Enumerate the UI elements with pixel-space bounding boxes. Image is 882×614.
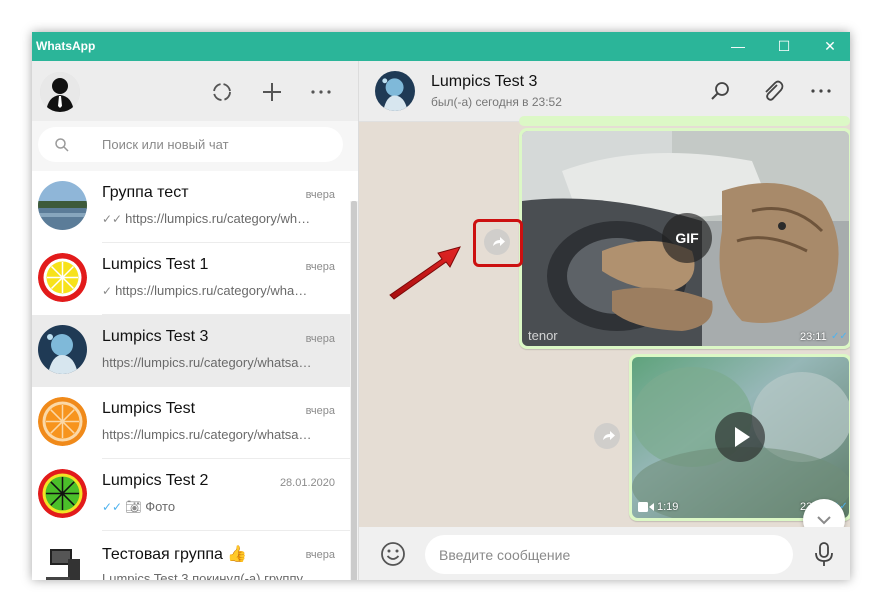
microphone-icon[interactable] [813, 539, 835, 569]
chat-avatar [38, 181, 87, 230]
search-icon[interactable] [705, 76, 735, 106]
chat-time: вчера [305, 405, 335, 417]
new-chat-icon[interactable] [257, 77, 287, 107]
double-check-icon: ✓✓ [102, 212, 123, 226]
video-camera-icon [638, 500, 654, 518]
sidebar: Поиск или новый чат Группа тест вчера ✓✓… [32, 61, 359, 580]
chat-time: 28.01.2020 [279, 477, 335, 489]
chat-preview: ✓ https://lumpics.ru/category/wha… [102, 283, 308, 298]
message-input-placeholder: Введите сообщение [439, 547, 571, 563]
search-bar: Поиск или новый чат [32, 121, 358, 171]
forward-message-icon[interactable] [594, 423, 620, 449]
status-icon[interactable] [207, 77, 237, 107]
messages-area: GIF tenor 23:11 ✓✓ 1:19 [359, 116, 850, 527]
contact-avatar[interactable] [375, 71, 415, 111]
menu-icon[interactable] [306, 77, 336, 107]
title-bar: WhatsApp — ☐ ✕ [32, 32, 850, 61]
emoji-icon[interactable] [379, 540, 407, 568]
minimize-button[interactable]: — [715, 32, 761, 61]
chat-preview: ✓✓ https://lumpics.ru/category/wh… [102, 211, 311, 226]
gif-preview[interactable]: GIF tenor 23:11 ✓✓ [522, 131, 849, 346]
play-button[interactable] [715, 412, 765, 462]
double-check-icon: ✓✓ [102, 500, 123, 514]
chat-preview: Lumpics Test 3 покинул(-а) группу [102, 571, 304, 580]
search-input[interactable]: Поиск или новый чат [38, 127, 343, 162]
annotation-arrow [389, 246, 461, 300]
previous-message-edge [519, 116, 850, 126]
search-icon [55, 138, 69, 152]
chat-item-lumpics-test[interactable]: Lumpics Test вчера https://lumpics.ru/ca… [32, 387, 350, 459]
tenor-watermark: tenor [528, 328, 558, 343]
video-preview[interactable]: 1:19 23:12 ✓✓ [632, 357, 849, 518]
user-silhouette-icon [40, 72, 80, 112]
message-composer: Введите сообщение [359, 527, 850, 580]
chat-item-lumpics-test-1[interactable]: Lumpics Test 1 вчера ✓ https://lumpics.ru… [32, 243, 350, 315]
sidebar-header [32, 61, 358, 121]
message-input[interactable]: Введите сообщение [425, 535, 793, 574]
chat-name: Тестовая группа 👍 [102, 546, 248, 563]
close-button[interactable]: ✕ [807, 32, 850, 61]
chat-time: вчера [305, 261, 335, 273]
chat-name: Lumpics Test 1 [102, 256, 209, 273]
video-duration: 1:19 [657, 501, 679, 513]
chat-time: вчера [305, 333, 335, 345]
chat-item-group-test[interactable]: Группа тест вчера ✓✓ https://lumpics.ru/c… [32, 171, 350, 243]
chat-avatar [38, 541, 87, 580]
chat-time: вчера [305, 189, 335, 201]
chat-avatar [38, 325, 87, 374]
conversation-panel: Lumpics Test 3 был(-а) сегодня в 23:52 G… [359, 61, 850, 580]
gif-message[interactable]: GIF tenor 23:11 ✓✓ [519, 128, 850, 349]
single-check-icon: ✓ [102, 284, 113, 298]
conversation-header: Lumpics Test 3 был(-а) сегодня в 23:52 [359, 61, 850, 122]
chat-preview: ✓✓ 📷︎ Фото [102, 499, 176, 514]
chat-preview: https://lumpics.ru/category/whatsa… [102, 427, 312, 442]
chat-name: Lumpics Test 2 [102, 472, 209, 489]
chat-avatar [38, 253, 87, 302]
video-message[interactable]: 1:19 23:12 ✓✓ [629, 354, 850, 521]
chat-avatar [38, 397, 87, 446]
my-avatar[interactable] [40, 72, 80, 112]
chat-name: Группа тест [102, 184, 189, 201]
chat-item-test-group[interactable]: Тестовая группа 👍 вчера Lumpics Test 3 п… [32, 531, 350, 580]
chat-name: Lumpics Test 3 [102, 328, 209, 345]
app-title: WhatsApp [36, 39, 96, 53]
whatsapp-window: WhatsApp — ☐ ✕ Поиск или новый чат Групп… [32, 32, 850, 580]
search-placeholder: Поиск или новый чат [102, 137, 229, 152]
chat-list-scroll-thumb[interactable] [351, 201, 357, 580]
read-ticks-icon: ✓✓ [831, 331, 848, 342]
chat-item-lumpics-test-2[interactable]: Lumpics Test 2 28.01.2020 ✓✓ 📷︎ Фото [32, 459, 350, 531]
gif-badge[interactable]: GIF [662, 213, 712, 263]
camera-icon: 📷︎ [125, 499, 146, 514]
maximize-button[interactable]: ☐ [761, 32, 807, 61]
contact-name[interactable]: Lumpics Test 3 [431, 73, 537, 91]
message-time: 23:11 [800, 331, 827, 343]
chat-name: Lumpics Test [102, 400, 196, 417]
chat-time: вчера [305, 549, 335, 561]
chat-avatar [38, 469, 87, 518]
chat-preview: https://lumpics.ru/category/whatsa… [102, 355, 312, 370]
chat-item-lumpics-test-3[interactable]: Lumpics Test 3 вчера https://lumpics.ru/… [32, 315, 350, 387]
menu-icon[interactable] [806, 76, 836, 106]
attach-icon[interactable] [757, 76, 787, 106]
contact-last-seen: был(-а) сегодня в 23:52 [431, 95, 562, 109]
